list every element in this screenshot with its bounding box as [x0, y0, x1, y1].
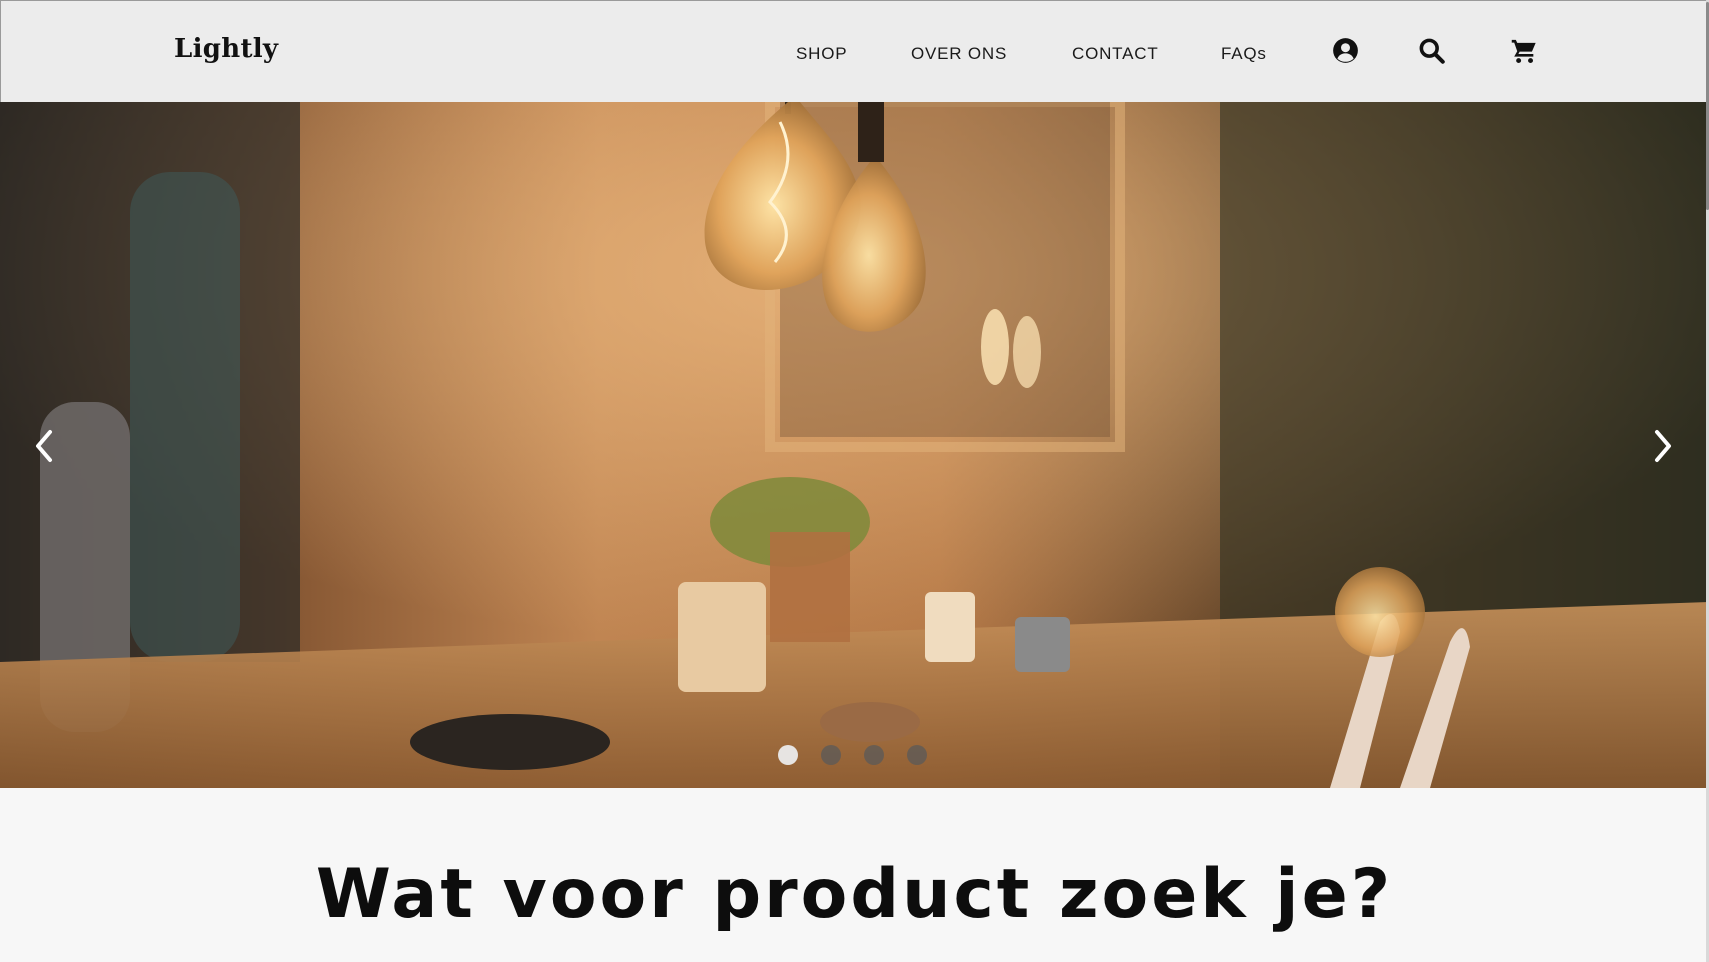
search-icon[interactable] — [1418, 37, 1445, 64]
nav-contact[interactable]: CONTACT — [1072, 44, 1159, 64]
nav-shop[interactable]: SHOP — [796, 44, 847, 64]
chevron-left-icon — [36, 430, 52, 462]
carousel-next-button[interactable] — [1645, 420, 1681, 472]
account-icon[interactable] — [1332, 37, 1359, 64]
section-heading: Wat voor product zoek je? — [315, 855, 1394, 934]
nav-faqs[interactable]: FAQs — [1221, 44, 1267, 64]
site-header: Lightly SHOP OVER ONS CONTACT FAQs — [0, 0, 1709, 102]
logo[interactable]: Lightly — [174, 34, 278, 64]
chevron-right-icon — [1655, 430, 1671, 462]
carousel-prev-button[interactable] — [26, 420, 62, 472]
hero-image — [0, 102, 1709, 788]
carousel-dot-3[interactable] — [864, 745, 884, 765]
carousel-dot-4[interactable] — [907, 745, 927, 765]
carousel-dot-2[interactable] — [821, 745, 841, 765]
page: Lightly SHOP OVER ONS CONTACT FAQs Wat v… — [0, 0, 1709, 962]
cart-icon[interactable] — [1510, 37, 1538, 65]
nav-over-ons[interactable]: OVER ONS — [911, 44, 1007, 64]
hero-carousel — [0, 102, 1709, 788]
carousel-dot-1[interactable] — [778, 745, 798, 765]
carousel-indicators — [778, 745, 927, 767]
